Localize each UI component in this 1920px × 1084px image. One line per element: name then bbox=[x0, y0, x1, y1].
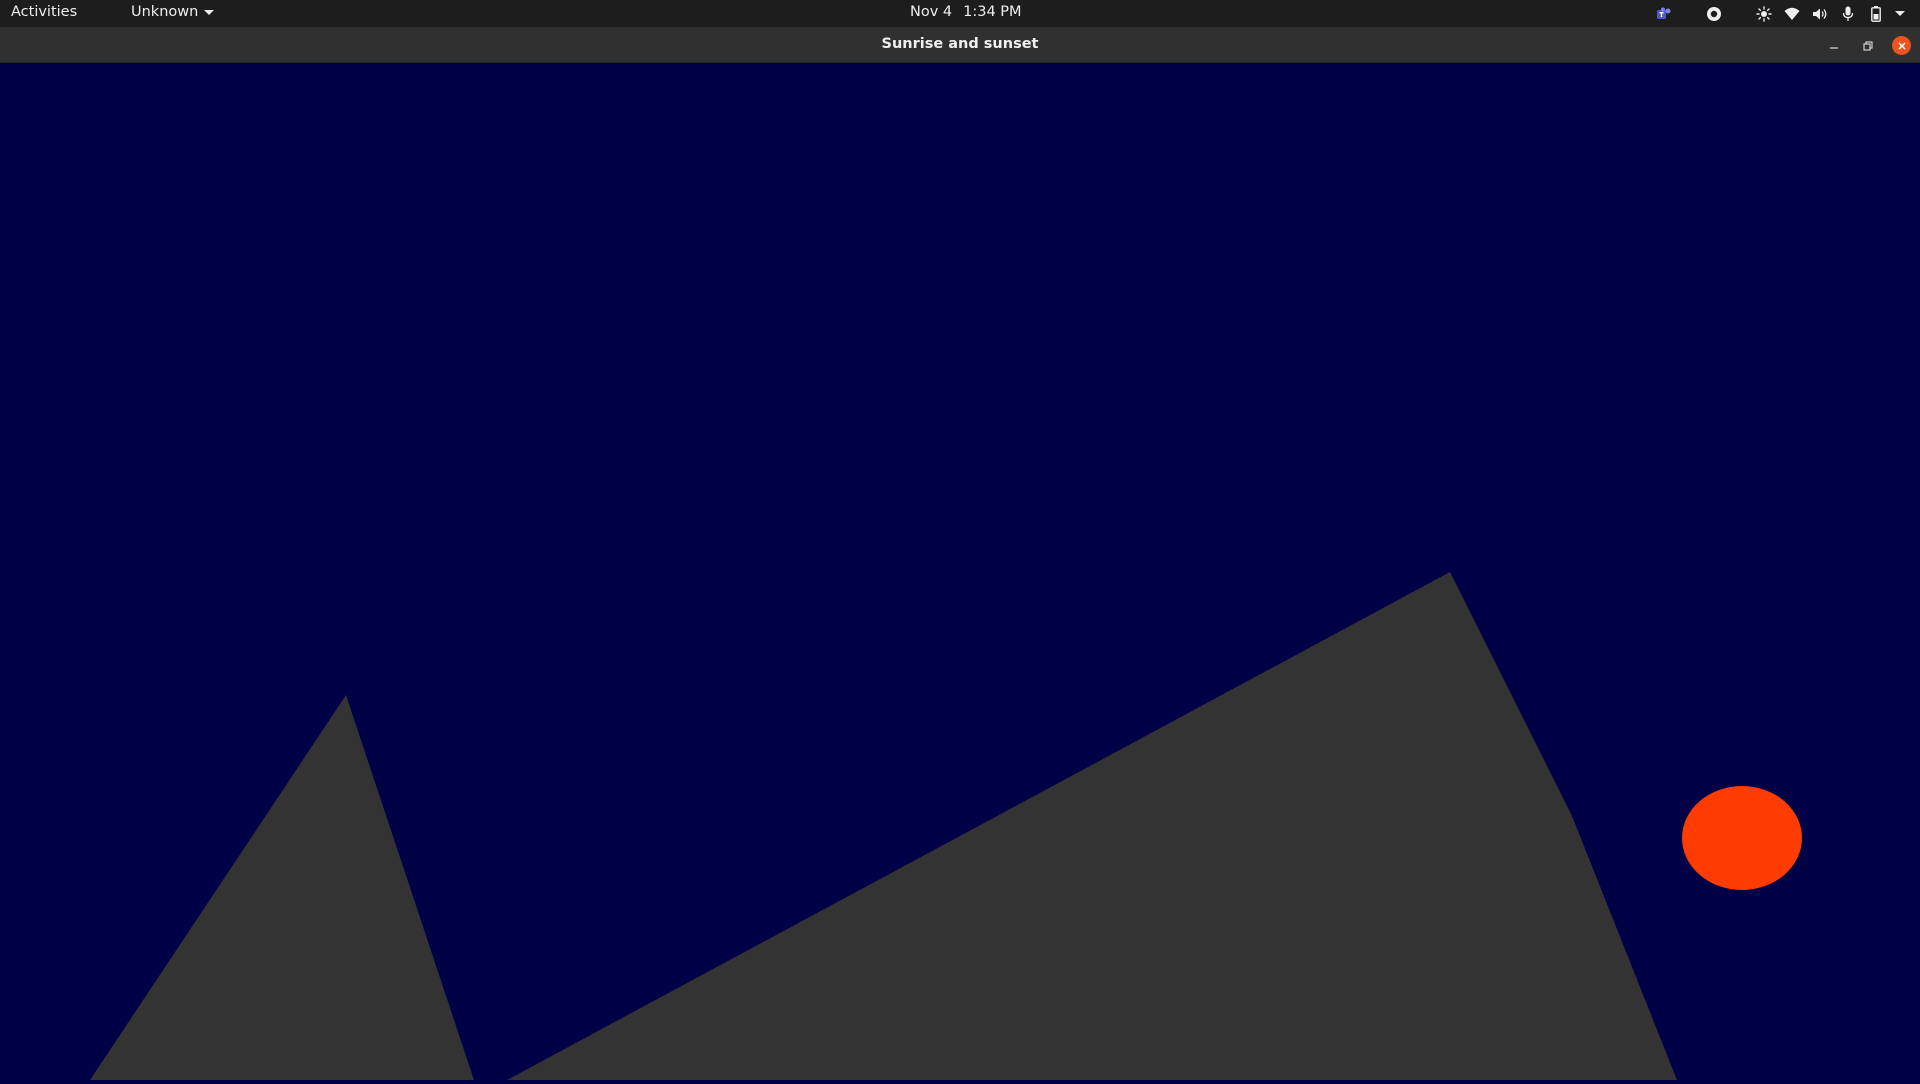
clock-time: 1:34 PM bbox=[963, 4, 1022, 20]
window-title: Sunrise and sunset bbox=[881, 36, 1039, 52]
microphone-icon[interactable] bbox=[1838, 0, 1858, 27]
clock-date: Nov 4 bbox=[910, 4, 953, 20]
top-bar: Activities Unknown Nov 4 1:34 PM bbox=[0, 0, 1920, 27]
minimize-icon bbox=[1829, 46, 1838, 49]
app-menu[interactable]: Unknown bbox=[131, 4, 215, 20]
system-menu-chevron-icon[interactable] bbox=[1890, 0, 1910, 27]
restore-icon bbox=[1862, 40, 1873, 51]
wifi-icon[interactable] bbox=[1782, 0, 1802, 27]
maximize-button[interactable] bbox=[1858, 36, 1877, 55]
battery-icon[interactable] bbox=[1866, 0, 1886, 27]
minimize-button[interactable] bbox=[1824, 36, 1843, 55]
record-icon[interactable] bbox=[1704, 0, 1724, 27]
activities-button[interactable]: Activities bbox=[11, 4, 77, 20]
brightness-icon[interactable] bbox=[1754, 0, 1774, 27]
close-button[interactable] bbox=[1892, 36, 1911, 55]
window-titlebar[interactable]: Sunrise and sunset bbox=[0, 27, 1920, 63]
scene-canvas bbox=[0, 63, 1920, 1080]
teams-icon[interactable] bbox=[1654, 0, 1674, 27]
sun bbox=[1682, 786, 1802, 890]
volume-icon[interactable] bbox=[1810, 0, 1830, 27]
clock[interactable]: Nov 4 1:34 PM bbox=[910, 4, 1022, 20]
scene-drawing bbox=[0, 63, 1920, 1080]
app-menu-label: Unknown bbox=[131, 4, 199, 20]
close-icon bbox=[1897, 41, 1906, 50]
chevron-down-icon bbox=[204, 9, 215, 15]
